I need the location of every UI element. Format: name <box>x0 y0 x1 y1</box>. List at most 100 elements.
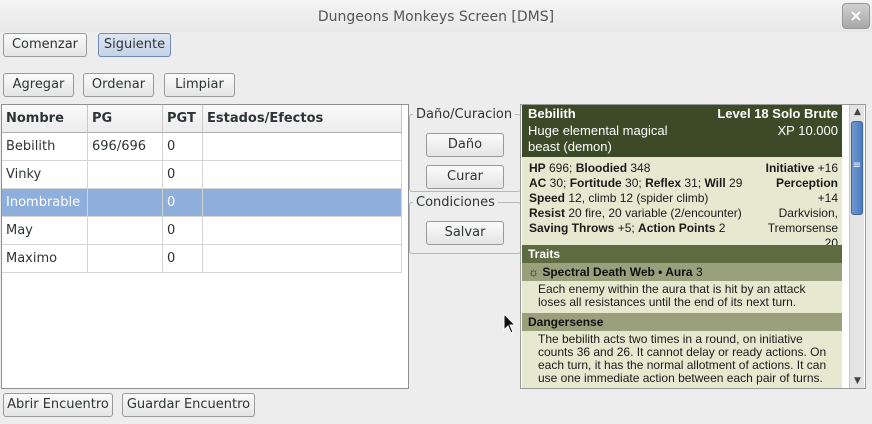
scroll-grip-icon: ≡ <box>852 160 862 171</box>
cell-temp-hp: 0 <box>163 133 203 161</box>
power-description: The bebilith acts two times in a round, … <box>522 331 842 388</box>
bloodied-label: Bloodied <box>575 161 628 175</box>
monster-type: Huge elemental magical beast (demon) <box>528 123 703 155</box>
power-kind: Aura <box>665 265 693 279</box>
cell-hp <box>88 217 163 245</box>
table-row[interactable]: May 0 <box>2 217 402 245</box>
window-titlebar: Dungeons Monkeys Screen [DMS] <box>0 0 872 32</box>
fortitude-label: Fortitude <box>569 176 622 190</box>
save-throw-button[interactable]: Salvar <box>426 221 504 245</box>
cell-hp: 696/696 <box>88 133 163 161</box>
cell-effects <box>203 133 402 161</box>
cell-temp-hp: 0 <box>163 161 203 189</box>
monster-level: Level 18 Solo Brute <box>717 106 838 121</box>
action-points-label: Action Points <box>638 221 716 235</box>
monster-name: Bebilith <box>528 106 576 121</box>
perception-label: Perception <box>775 176 838 190</box>
statblock-scrollbar[interactable]: ▲ ≡ ▼ <box>849 105 864 388</box>
next-button[interactable]: Siguiente <box>98 33 171 57</box>
cell-temp-hp: 0 <box>163 189 203 217</box>
cell-hp <box>88 161 163 189</box>
cell-effects <box>203 245 402 273</box>
add-button[interactable]: Agregar <box>3 73 74 97</box>
hp-value: 696; <box>545 161 576 175</box>
power-separator: • <box>654 265 666 279</box>
statblock-stats: HP 696; Bloodied 348 AC 30; Fortitude 30… <box>522 157 842 250</box>
saves-line: Saving Throws +5; Action Points 2 <box>529 221 725 235</box>
heal-button[interactable]: Curar <box>426 165 504 189</box>
column-header-temp-hp[interactable]: PGT <box>163 105 203 133</box>
open-encounter-button[interactable]: Abrir Encuentro <box>3 393 113 417</box>
resist-label: Resist <box>529 206 566 220</box>
sort-button[interactable]: Ordenar <box>83 73 154 97</box>
statblock-header: Bebilith Level 18 Solo Brute Huge elemen… <box>522 105 842 157</box>
power-description: Each enemy within the aura that is hit b… <box>522 281 842 313</box>
speed-line: Speed 12, climb 12 (spider climb) <box>529 191 708 205</box>
power-dangersense: Dangersense <box>522 313 842 331</box>
cell-name: Maximo <box>2 245 88 273</box>
table-row[interactable]: Maximo 0 <box>2 245 402 273</box>
cell-temp-hp: 0 <box>163 217 203 245</box>
hp-label: HP <box>529 161 546 175</box>
statblock-panel: Bebilith Level 18 Solo Brute Huge elemen… <box>520 104 866 389</box>
perception-value: +14 <box>817 191 838 205</box>
senses-line2: Tremorsense <box>767 221 838 235</box>
resist-value: 20 fire, 20 variable (2/encounter) <box>565 206 742 220</box>
save-encounter-button[interactable]: Guardar Encuentro <box>122 393 255 417</box>
saves-value: +5; <box>614 221 639 235</box>
start-button[interactable]: Comenzar <box>3 33 87 57</box>
power-name: Spectral Death Web <box>542 265 655 279</box>
scroll-down-icon[interactable]: ▼ <box>850 374 865 388</box>
ac-value: 30; <box>546 176 570 190</box>
column-header-effects[interactable]: Estados/Efectos <box>203 105 402 133</box>
cell-name: Bebilith <box>2 133 88 161</box>
reflex-value: 31; <box>681 176 705 190</box>
clear-button[interactable]: Limpiar <box>164 73 235 97</box>
power-range: 3 <box>692 265 703 279</box>
cell-effects <box>203 161 402 189</box>
saves-label: Saving Throws <box>529 221 615 235</box>
statblock: Bebilith Level 18 Solo Brute Huge elemen… <box>522 105 842 388</box>
reflex-label: Reflex <box>645 176 682 190</box>
senses-line1: Darkvision, <box>778 206 838 220</box>
cell-hp <box>88 245 163 273</box>
bloodied-value: 348 <box>627 161 651 175</box>
table-row[interactable]: Vinky 0 <box>2 161 402 189</box>
traits-header: Traits <box>522 245 842 263</box>
cell-name: May <box>2 217 88 245</box>
monster-xp: XP 10.000 <box>777 123 838 138</box>
cell-name: Inombrable <box>2 189 88 217</box>
monster-type-line2: beast (demon) <box>528 139 612 154</box>
table-row[interactable]: Bebilith 696/696 0 <box>2 133 402 161</box>
cell-name: Vinky <box>2 161 88 189</box>
initiative-value: +16 <box>814 161 838 175</box>
will-value: 29 <box>725 176 743 190</box>
scroll-thumb[interactable]: ≡ <box>851 121 863 215</box>
resist-line: Resist 20 fire, 20 variable (2/encounter… <box>529 206 742 220</box>
damage-heal-label: Daño/Curacion <box>413 107 516 122</box>
window-title: Dungeons Monkeys Screen [DMS] <box>317 9 555 25</box>
fortitude-value: 30; <box>621 176 646 190</box>
column-header-hp[interactable]: PG <box>88 105 163 133</box>
initiative-line: Initiative +16 <box>766 161 838 175</box>
table-header: Nombre PG PGT Estados/Efectos <box>2 105 402 133</box>
cell-temp-hp: 0 <box>163 245 203 273</box>
speed-label: Speed <box>529 191 566 205</box>
hp-line: HP 696; Bloodied 348 <box>529 161 650 175</box>
conditions-label: Condiciones <box>413 195 498 210</box>
table-row-selected[interactable]: Inombrable 0 <box>2 189 402 217</box>
monster-type-line1: Huge elemental magical <box>528 123 668 138</box>
cell-hp <box>88 189 163 217</box>
scroll-up-icon[interactable]: ▲ <box>850 105 865 119</box>
defenses-line: AC 30; Fortitude 30; Reflex 31; Will 29 <box>529 176 742 190</box>
mouse-pointer-icon <box>503 313 517 334</box>
cell-effects <box>203 217 402 245</box>
combatant-table[interactable]: Nombre PG PGT Estados/Efectos Bebilith 6… <box>1 104 409 389</box>
close-icon[interactable]: × <box>842 3 870 29</box>
damage-button[interactable]: Daño <box>426 133 504 157</box>
aura-icon: ☼ <box>528 265 539 279</box>
will-label: Will <box>704 176 726 190</box>
speed-value: 12, climb 12 (spider climb) <box>565 191 709 205</box>
ac-label: AC <box>529 176 547 190</box>
column-header-name[interactable]: Nombre <box>2 105 88 133</box>
